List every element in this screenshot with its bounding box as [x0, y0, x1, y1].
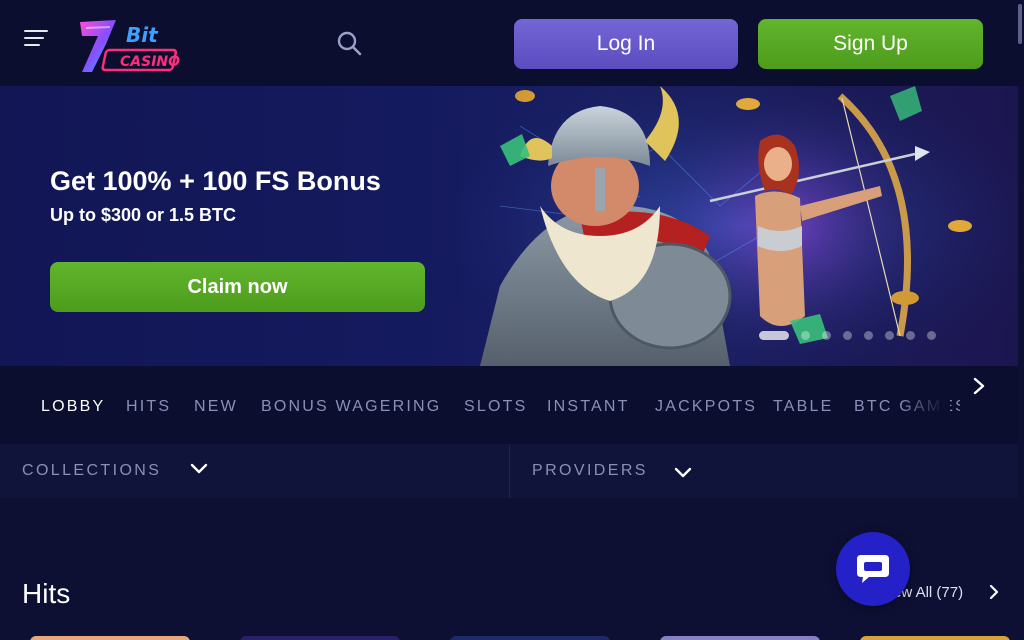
svg-text:CASINO: CASINO	[120, 54, 180, 70]
chevron-right-icon	[973, 377, 985, 395]
tab-new[interactable]: NEW	[194, 398, 238, 416]
carousel-dot[interactable]	[906, 331, 915, 340]
collections-label: COLLECTIONS	[22, 462, 162, 479]
logo[interactable]: Bit CASINO	[76, 14, 188, 80]
menu-icon[interactable]	[24, 30, 48, 54]
providers-dropdown[interactable]: PROVIDERS	[510, 444, 1018, 498]
providers-label: PROVIDERS	[532, 462, 648, 479]
tab-bonus-wagering[interactable]: BONUS WAGERING	[261, 398, 441, 416]
carousel-indicators	[759, 331, 936, 340]
scrollbar[interactable]	[1018, 4, 1022, 44]
carousel-dot[interactable]	[885, 331, 894, 340]
carousel-dot[interactable]	[927, 331, 936, 340]
game-thumbnail[interactable]	[450, 636, 610, 640]
carousel-dot[interactable]	[864, 331, 873, 340]
signup-button[interactable]: Sign Up	[758, 19, 983, 69]
chevron-down-icon	[674, 467, 692, 478]
promo-banner: Get 100% + 100 FS Bonus Up to $300 or 1.…	[0, 86, 1018, 366]
game-thumbnail[interactable]	[240, 636, 400, 640]
chat-icon	[857, 555, 889, 583]
search-icon[interactable]	[336, 30, 362, 56]
banner-title: Get 100% + 100 FS Bonus	[50, 166, 381, 196]
promo-artwork	[460, 86, 1018, 366]
tab-slots[interactable]: SLOTS	[464, 398, 527, 416]
chevron-right-icon[interactable]	[985, 583, 1003, 601]
section-title: Hits	[22, 578, 71, 609]
game-thumbnails-row	[0, 632, 1018, 640]
chevron-down-icon	[190, 463, 208, 474]
collections-dropdown[interactable]: COLLECTIONS	[0, 444, 509, 498]
svg-text:Bit: Bit	[126, 23, 159, 47]
nav-fade	[900, 366, 950, 444]
carousel-dot[interactable]	[843, 331, 852, 340]
tab-instant[interactable]: INSTANT	[547, 398, 630, 416]
tab-hits[interactable]: HITS	[126, 398, 171, 416]
top-header: Bit CASINO Log In Sign Up	[0, 0, 1024, 86]
tab-table[interactable]: TABLE	[773, 398, 834, 416]
category-nav: LOBBY HITS NEW BONUS WAGERING SLOTS INST…	[0, 366, 1018, 444]
tab-jackpots[interactable]: JACKPOTS	[655, 398, 757, 416]
carousel-dot[interactable]	[822, 331, 831, 340]
claim-now-button[interactable]: Claim now	[50, 262, 425, 312]
carousel-dot[interactable]	[759, 331, 789, 340]
game-thumbnail[interactable]	[30, 636, 190, 640]
tab-lobby[interactable]: LOBBY	[41, 398, 105, 416]
game-thumbnail[interactable]	[660, 636, 820, 640]
nav-next-button[interactable]	[960, 366, 1018, 444]
banner-subtitle: Up to $300 or 1.5 BTC	[50, 205, 237, 225]
login-button[interactable]: Log In	[514, 19, 738, 69]
live-chat-button[interactable]	[836, 532, 910, 606]
game-thumbnail[interactable]	[860, 636, 1010, 640]
carousel-dot[interactable]	[801, 331, 810, 340]
filter-bar: COLLECTIONS PROVIDERS	[0, 444, 1018, 498]
